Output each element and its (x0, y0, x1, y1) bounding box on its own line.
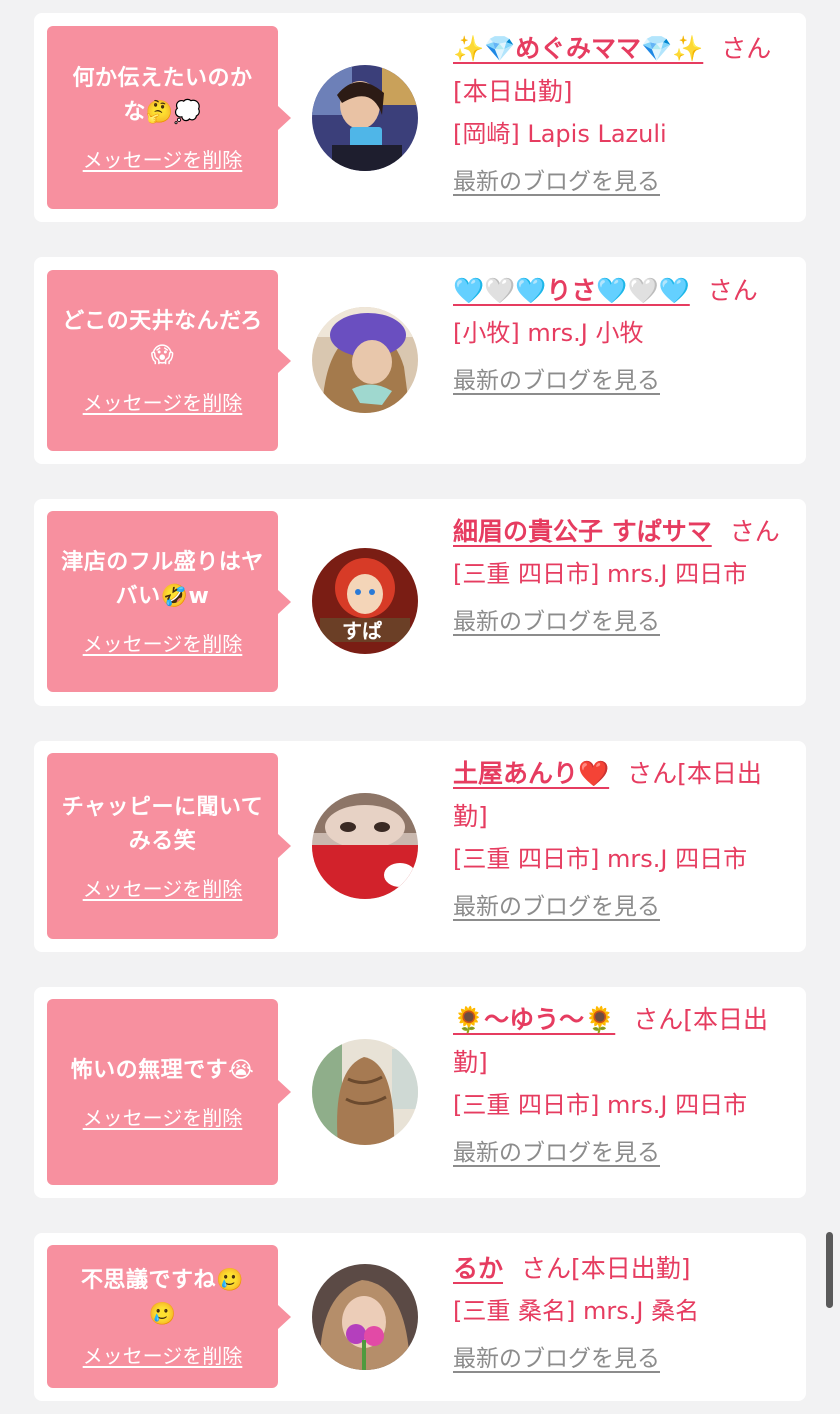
message-card: 不思議ですね🥲🥲 メッセージを削除 るか さん[本日出勤] [三重 桑名] mrs… (34, 1233, 806, 1401)
cast-suffix: さん (729, 517, 780, 546)
latest-blog-link[interactable]: 最新のブログを見る (453, 1339, 660, 1373)
latest-blog-link[interactable]: 最新のブログを見る (453, 1133, 660, 1167)
latest-blog-link[interactable]: 最新のブログを見る (453, 361, 660, 395)
message-bubble: 怖いの無理です😭 メッセージを削除 (47, 999, 291, 1185)
name-line: 細眉の貴公子 すぱサマ さん (453, 510, 793, 553)
message-card: チャッピーに聞いてみる笑 メッセージを削除 土屋あんり❤️ さん[本日出勤] [三… (34, 741, 806, 952)
cast-suffix: さん[本日出勤] (521, 1254, 691, 1283)
scrollbar-thumb[interactable] (826, 1232, 833, 1308)
cast-info: 🌻〜ゆう〜🌻 さん[本日出勤] [三重 四日市] mrs.J 四日市 最新のブログ… (453, 998, 793, 1167)
shop-name: [三重 四日市] mrs.J 四日市 (453, 560, 748, 588)
delete-message-link[interactable]: メッセージを削除 (83, 1340, 243, 1369)
message-list: 何か伝えたいのかな🤔💭 メッセージを削除 ✨💎めぐみママ💎✨ さん[本日出勤] [… (0, 0, 840, 1414)
delete-message-link[interactable]: メッセージを削除 (83, 873, 243, 902)
message-card: 何か伝えたいのかな🤔💭 メッセージを削除 ✨💎めぐみママ💎✨ さん[本日出勤] [… (34, 13, 806, 222)
shop-name: [三重 桑名] mrs.J 桑名 (453, 1297, 700, 1325)
latest-blog-link[interactable]: 最新のブログを見る (453, 602, 660, 636)
message-text: 津店のフル盛りはヤバい🤣w (61, 550, 264, 609)
message-card: 津店のフル盛りはヤバい🤣w メッセージを削除 すぱ 細眉の貴公子 すぱサマ さん … (34, 499, 806, 706)
latest-blog-link[interactable]: 最新のブログを見る (453, 162, 660, 196)
avatar[interactable] (312, 65, 418, 171)
cast-suffix: さん (707, 276, 758, 305)
message-text: どこの天井なんだろ😱 (62, 309, 263, 368)
name-line: 土屋あんり❤️ さん[本日出勤] (453, 752, 793, 838)
shop-name: [岡崎] Lapis Lazuli (453, 120, 667, 148)
cast-info: 土屋あんり❤️ さん[本日出勤] [三重 四日市] mrs.J 四日市 最新のブロ… (453, 752, 793, 921)
svg-text:すぱ: すぱ (342, 619, 382, 643)
avatar[interactable] (312, 1039, 418, 1145)
cast-name-link[interactable]: ✨💎めぐみママ💎✨ (453, 34, 703, 63)
shop-name: [小牧] mrs.J 小牧 (453, 319, 644, 347)
message-card: 怖いの無理です😭 メッセージを削除 🌻〜ゆう〜🌻 さん[本日出勤] [三重 四日市… (34, 987, 806, 1198)
avatar[interactable]: すぱ (312, 548, 418, 654)
cast-name-link[interactable]: 🌻〜ゆう〜🌻 (453, 1005, 615, 1034)
cast-info: 🩵🤍🩵りさ🩵🤍🩵 さん [小牧] mrs.J 小牧 最新のブログを見る (453, 269, 793, 395)
avatar[interactable] (312, 1264, 418, 1370)
message-bubble: 津店のフル盛りはヤバい🤣w メッセージを削除 (47, 511, 291, 692)
message-text: 何か伝えたいのかな🤔💭 (72, 66, 253, 125)
shop-name: [三重 四日市] mrs.J 四日市 (453, 845, 748, 873)
cast-name-link[interactable]: 土屋あんり❤️ (453, 759, 609, 788)
avatar[interactable] (312, 307, 418, 413)
message-card: どこの天井なんだろ😱 メッセージを削除 🩵🤍🩵りさ🩵🤍🩵 さん [小牧] mrs.… (34, 257, 806, 464)
message-text: 怖いの無理です😭 (70, 1057, 255, 1083)
message-bubble: どこの天井なんだろ😱 メッセージを削除 (47, 270, 291, 451)
cast-info: ✨💎めぐみママ💎✨ さん[本日出勤] [岡崎] Lapis Lazuli 最新のブ… (453, 27, 793, 196)
name-line: 🩵🤍🩵りさ🩵🤍🩵 さん (453, 269, 793, 312)
delete-message-link[interactable]: メッセージを削除 (83, 628, 243, 657)
cast-name-link[interactable]: 細眉の貴公子 すぱサマ (453, 517, 712, 546)
cast-name-link[interactable]: 🩵🤍🩵りさ🩵🤍🩵 (453, 276, 690, 305)
message-bubble: 何か伝えたいのかな🤔💭 メッセージを削除 (47, 26, 291, 209)
delete-message-link[interactable]: メッセージを削除 (83, 144, 243, 173)
cast-info: るか さん[本日出勤] [三重 桑名] mrs.J 桑名 最新のブログを見る (453, 1247, 793, 1373)
message-text: 不思議ですね🥲🥲 (81, 1268, 244, 1327)
cast-info: 細眉の貴公子 すぱサマ さん [三重 四日市] mrs.J 四日市 最新のブログを… (453, 510, 793, 636)
name-line: ✨💎めぐみママ💎✨ さん[本日出勤] (453, 27, 793, 113)
name-line: 🌻〜ゆう〜🌻 さん[本日出勤] (453, 998, 793, 1084)
delete-message-link[interactable]: メッセージを削除 (83, 1102, 243, 1131)
message-text: チャッピーに聞いてみる笑 (61, 794, 264, 854)
latest-blog-link[interactable]: 最新のブログを見る (453, 887, 660, 921)
avatar[interactable] (312, 793, 418, 899)
shop-name: [三重 四日市] mrs.J 四日市 (453, 1091, 748, 1119)
cast-name-link[interactable]: るか (453, 1254, 503, 1283)
name-line: るか さん[本日出勤] (453, 1247, 793, 1290)
message-bubble: 不思議ですね🥲🥲 メッセージを削除 (47, 1245, 291, 1388)
message-bubble: チャッピーに聞いてみる笑 メッセージを削除 (47, 753, 291, 939)
delete-message-link[interactable]: メッセージを削除 (83, 387, 243, 416)
